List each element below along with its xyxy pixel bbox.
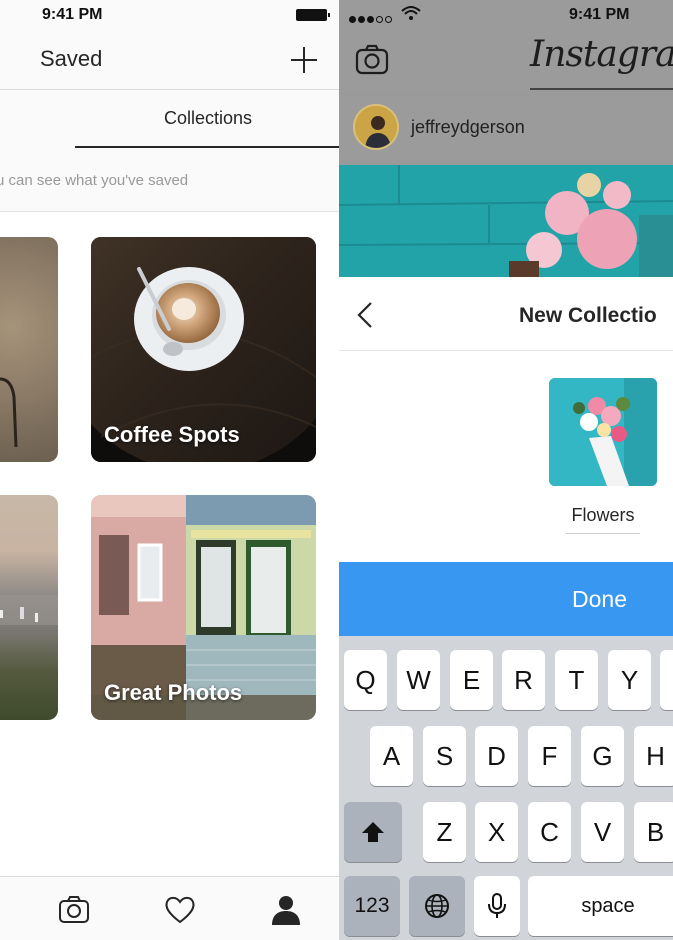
- key-c[interactable]: C: [528, 802, 571, 862]
- header-divider: [530, 88, 673, 90]
- key-b[interactable]: B: [634, 802, 673, 862]
- wifi-icon: [401, 6, 421, 20]
- battery-icon: [296, 9, 330, 21]
- status-time: 9:41 PM: [569, 6, 630, 23]
- collection-cover-thumbnail[interactable]: [549, 378, 657, 486]
- key-s[interactable]: S: [423, 726, 466, 786]
- space-label: space: [581, 895, 635, 917]
- collection-card-great-photos[interactable]: Great Photos: [91, 495, 316, 720]
- hint-text: u can see what you've saved: [0, 172, 189, 189]
- collection-card[interactable]: [0, 495, 58, 720]
- collection-card[interactable]: [0, 237, 58, 462]
- collection-title: Coffee Spots: [104, 422, 240, 447]
- new-collection-screen: 9:41 PM Instagram jeffreydgerson: [339, 0, 673, 940]
- camera-icon[interactable]: [57, 893, 91, 927]
- collection-name-input[interactable]: Flowers: [549, 505, 657, 526]
- camera-icon[interactable]: [354, 42, 390, 78]
- key-q[interactable]: Q: [344, 650, 387, 710]
- done-button[interactable]: Done: [339, 562, 673, 636]
- keyboard: Q W E R T Y U A S D F G H Z X C V B 123: [339, 636, 673, 940]
- numbers-key[interactable]: 123: [344, 876, 400, 936]
- post-header: jeffreydgerson: [339, 96, 673, 160]
- sheet-title: New Collectio: [519, 304, 657, 327]
- post-image: [339, 165, 673, 277]
- status-time: 9:41 PM: [42, 6, 103, 23]
- microphone-icon: [488, 893, 506, 918]
- shift-icon: [362, 822, 384, 842]
- key-x[interactable]: X: [475, 802, 518, 862]
- key-h[interactable]: H: [634, 726, 673, 786]
- input-underline: [566, 533, 640, 534]
- divider: [339, 350, 673, 351]
- tab-underline: [75, 146, 339, 148]
- space-key[interactable]: space: [528, 876, 673, 936]
- new-collection-sheet: New Collectio Flowers: [339, 277, 673, 565]
- post-username[interactable]: jeffreydgerson: [411, 117, 525, 138]
- dictation-key[interactable]: [474, 876, 520, 936]
- instagram-logo: Instagram: [530, 34, 673, 75]
- done-label: Done: [572, 586, 627, 612]
- key-w[interactable]: W: [397, 650, 440, 710]
- page-title: Saved: [40, 46, 103, 71]
- key-v[interactable]: V: [581, 802, 624, 862]
- key-a[interactable]: A: [370, 726, 413, 786]
- nav-bar: Saved: [0, 30, 339, 90]
- feed-header: Instagram: [339, 30, 673, 92]
- key-z[interactable]: Z: [423, 802, 466, 862]
- collection-title: Great Photos: [104, 680, 243, 705]
- shift-key[interactable]: [344, 802, 402, 862]
- collection-card-coffee-spots[interactable]: Coffee Spots: [91, 237, 316, 462]
- tab-collections[interactable]: Collections: [118, 108, 298, 129]
- collection-image: [0, 377, 18, 448]
- key-y[interactable]: Y: [608, 650, 651, 710]
- key-u[interactable]: U: [660, 650, 673, 710]
- saved-screen: 9:41 PM Saved Collections u can see what…: [0, 0, 339, 940]
- key-f[interactable]: F: [528, 726, 571, 786]
- key-d[interactable]: D: [475, 726, 518, 786]
- collection-image: [0, 595, 58, 625]
- globe-key[interactable]: [409, 876, 465, 936]
- saved-tabs: Collections: [0, 90, 339, 150]
- globe-icon: [425, 894, 449, 918]
- status-bar: 9:41 PM: [339, 0, 673, 30]
- key-g[interactable]: G: [581, 726, 624, 786]
- signal-icon: [349, 10, 394, 28]
- hint-bar: u can see what you've saved: [0, 150, 339, 212]
- bottom-tab-bar: [0, 876, 339, 940]
- key-r[interactable]: R: [502, 650, 545, 710]
- add-collection-button[interactable]: [289, 45, 319, 75]
- profile-icon[interactable]: [269, 893, 303, 927]
- status-bar: 9:41 PM: [0, 0, 339, 30]
- back-chevron-icon[interactable]: [354, 299, 376, 331]
- key-e[interactable]: E: [450, 650, 493, 710]
- key-t[interactable]: T: [555, 650, 598, 710]
- heart-icon[interactable]: [163, 893, 197, 927]
- avatar[interactable]: [353, 104, 399, 150]
